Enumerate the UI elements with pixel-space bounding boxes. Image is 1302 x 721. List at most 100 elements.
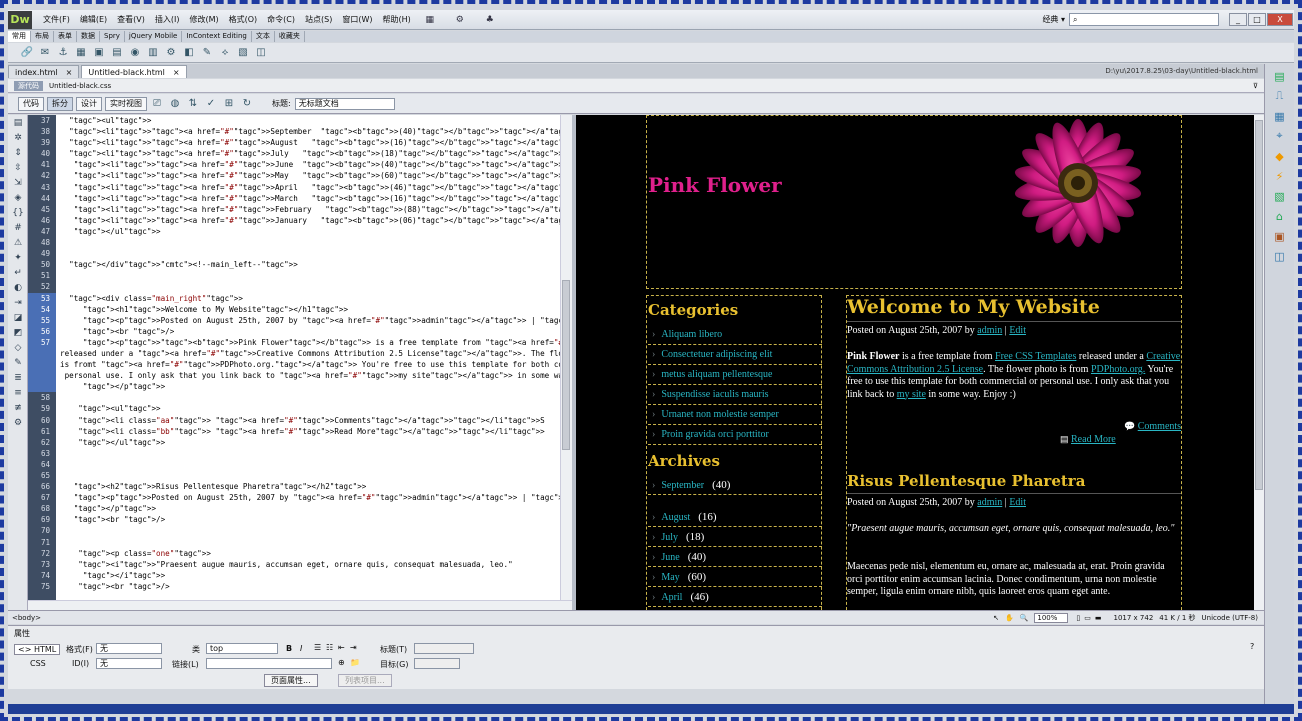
category-item[interactable]: › Aliquam libero bbox=[648, 325, 822, 345]
design-scrollbar-thumb[interactable] bbox=[1255, 120, 1263, 490]
show-code-navigator-icon[interactable]: ✲ bbox=[10, 131, 26, 145]
code-view-button[interactable]: 代码 bbox=[18, 96, 44, 111]
collapse-full-tag-icon[interactable]: ⇕ bbox=[10, 146, 26, 160]
format-select[interactable]: 无 bbox=[96, 643, 162, 654]
menu-file[interactable]: 文件(F) bbox=[38, 14, 75, 25]
highlight-invalid-icon[interactable]: ⚠ bbox=[10, 236, 26, 250]
code-line[interactable] bbox=[56, 281, 560, 292]
tab-text[interactable]: 文本 bbox=[252, 31, 275, 42]
code-line[interactable]: "tagc"><li"tagc">>"tagc"><a href="#""tag… bbox=[56, 193, 560, 204]
date-icon[interactable]: ▥ bbox=[146, 46, 160, 60]
help-icon[interactable]: ? bbox=[1250, 642, 1254, 651]
code-line[interactable]: "tagc"></ul"tagc">> bbox=[56, 226, 560, 237]
ordered-list-icon[interactable]: ☷ bbox=[326, 643, 333, 652]
code-line[interactable] bbox=[56, 237, 560, 248]
archive-item[interactable]: › April (46) bbox=[648, 587, 822, 607]
business-catalyst-icon[interactable]: ◫ bbox=[1271, 248, 1289, 264]
close-button[interactable]: X bbox=[1267, 13, 1293, 26]
code-line[interactable] bbox=[56, 470, 560, 481]
line-numbers-icon[interactable]: # bbox=[10, 221, 26, 235]
code-line[interactable]: "tagc"></div"tagc">>"cmtc"><!--main_left… bbox=[56, 259, 560, 270]
code-line[interactable]: "tagc"></i"tagc">> bbox=[56, 570, 560, 581]
archive-item[interactable]: › September (40) bbox=[648, 475, 822, 495]
window-size[interactable]: 1017 x 742 bbox=[1114, 614, 1154, 622]
filter-icon[interactable]: ⊽ bbox=[1253, 82, 1258, 90]
category-item[interactable]: › metus aliquam pellentesque bbox=[648, 365, 822, 385]
code-line[interactable] bbox=[56, 392, 560, 403]
mobile-size-icon[interactable]: ▯ bbox=[1076, 614, 1080, 622]
assets-icon[interactable]: ▣ bbox=[1271, 228, 1289, 244]
css-styles-icon[interactable]: ⎍ bbox=[1271, 88, 1289, 104]
apply-comment-icon[interactable]: ◪ bbox=[10, 311, 26, 325]
comment-icon[interactable]: ◧ bbox=[182, 46, 196, 60]
code-line[interactable]: "tagc"><h2"tagc">>Risus Pellentesque Pha… bbox=[56, 481, 560, 492]
code-line[interactable]: released under a "tagc"><a href="#""tagc… bbox=[56, 348, 560, 359]
browse-folder-icon[interactable]: 📁 bbox=[350, 658, 360, 667]
expand-all-icon[interactable]: ⇲ bbox=[10, 176, 26, 190]
tab-layout[interactable]: 布局 bbox=[31, 31, 54, 42]
archive-item[interactable]: › May (60) bbox=[648, 567, 822, 587]
archive-item[interactable]: › June (40) bbox=[648, 547, 822, 567]
category-item[interactable]: › Consectetuer adipiscing elit bbox=[648, 345, 822, 365]
unordered-list-icon[interactable]: ☰ bbox=[314, 643, 321, 652]
select-parent-tag-icon[interactable]: ◈ bbox=[10, 191, 26, 205]
code-line[interactable]: "tagc"><li"tagc">>"tagc"><a href="#""tag… bbox=[56, 182, 560, 193]
archive-item[interactable]: › August (16) bbox=[648, 507, 822, 527]
auto-indent-icon[interactable]: ⇥ bbox=[10, 296, 26, 310]
wrap-tag-icon[interactable]: ◇ bbox=[10, 341, 26, 355]
anchor-icon[interactable]: ⚓ bbox=[56, 46, 70, 60]
search-input[interactable]: ⌕ bbox=[1069, 13, 1219, 26]
tab-common[interactable]: 常用 bbox=[8, 31, 31, 42]
tag-selector[interactable]: <body> bbox=[8, 614, 41, 622]
code-line[interactable] bbox=[56, 459, 560, 470]
category-item[interactable]: › Suspendisse iaculis mauris bbox=[648, 385, 822, 405]
class-select[interactable]: top bbox=[206, 643, 278, 654]
head-icon[interactable]: ✎ bbox=[200, 46, 214, 60]
code-line[interactable]: is fromt "tagc"><a href="#""tagc">>PDPho… bbox=[56, 359, 560, 370]
visual-aids-icon[interactable]: ⊞ bbox=[222, 97, 236, 111]
tab-jquery-mobile[interactable]: jQuery Mobile bbox=[125, 31, 183, 42]
menu-commands[interactable]: 命令(C) bbox=[262, 14, 300, 25]
code-line[interactable]: "tagc"></p"tagc">> bbox=[56, 381, 560, 392]
remove-comment-icon[interactable]: ◩ bbox=[10, 326, 26, 340]
code-line[interactable] bbox=[56, 248, 560, 259]
syntax-error-icon[interactable]: ✦ bbox=[10, 251, 26, 265]
code-line[interactable]: "tagc"><ul"tagc">> bbox=[56, 115, 560, 126]
browser-preview-icon[interactable]: ◍ bbox=[168, 97, 182, 111]
code-horizontal-scrollbar[interactable] bbox=[28, 600, 572, 610]
menu-edit[interactable]: 编辑(E) bbox=[75, 14, 112, 25]
code-line[interactable]: "tagc"></p"tagc">> bbox=[56, 503, 560, 514]
minimize-button[interactable]: _ bbox=[1229, 13, 1247, 26]
related-css[interactable]: Untitled-black.css bbox=[49, 82, 111, 90]
code-line[interactable]: "tagc"><li"tagc">>"tagc"><a href="#""tag… bbox=[56, 215, 560, 226]
code-line[interactable] bbox=[56, 525, 560, 536]
related-source[interactable]: 源代码 bbox=[14, 80, 43, 91]
tab-favorites[interactable]: 收藏夹 bbox=[275, 31, 305, 42]
comments-link[interactable]: 💬 Comments bbox=[1124, 421, 1181, 432]
list-item-button[interactable]: 列表项目... bbox=[338, 674, 392, 687]
code-line[interactable]: "tagc"><p"tagc">>"tagc"><b"tagc">>Pink F… bbox=[56, 337, 560, 348]
code-line[interactable]: "tagc"><h1"tagc">>Welcome to My Website"… bbox=[56, 304, 560, 315]
code-line[interactable]: "tagc"><li class="aa""tagc">> "tagc"><a … bbox=[56, 415, 560, 426]
code-line[interactable]: "tagc"><li"tagc">>"tagc"><a href="#""tag… bbox=[56, 137, 560, 148]
code-scrollbar-thumb[interactable] bbox=[562, 280, 570, 450]
design-view[interactable]: Pink Flower Categories › Aliquam libero … bbox=[576, 115, 1254, 610]
close-icon[interactable]: × bbox=[173, 68, 180, 77]
workspace-switcher[interactable]: 经典 ▾ bbox=[1038, 14, 1069, 25]
doc-tab-index[interactable]: index.html × bbox=[8, 65, 80, 78]
code-line[interactable]: "tagc"><br "tagc">/> bbox=[56, 326, 560, 337]
outdent-icon[interactable]: ⇤ bbox=[338, 643, 345, 652]
indent-icon[interactable]: ≡ bbox=[10, 386, 26, 400]
menu-format[interactable]: 格式(O) bbox=[224, 14, 263, 25]
menu-window[interactable]: 窗口(W) bbox=[337, 14, 377, 25]
close-icon[interactable]: × bbox=[66, 68, 73, 77]
format-source-icon[interactable]: ⚙ bbox=[10, 416, 26, 430]
media-icon[interactable]: ◉ bbox=[128, 46, 142, 60]
css-mode-button[interactable]: CSS bbox=[30, 659, 46, 668]
link-input[interactable] bbox=[206, 658, 332, 669]
edit-link[interactable]: Edit bbox=[1009, 325, 1026, 336]
zoom-tool-icon[interactable]: 🔍 bbox=[1020, 614, 1029, 622]
code-line[interactable]: "tagc"><div class="main_right""tagc">> bbox=[56, 293, 560, 304]
code-line[interactable] bbox=[56, 270, 560, 281]
zoom-select[interactable]: 100% bbox=[1034, 612, 1069, 623]
